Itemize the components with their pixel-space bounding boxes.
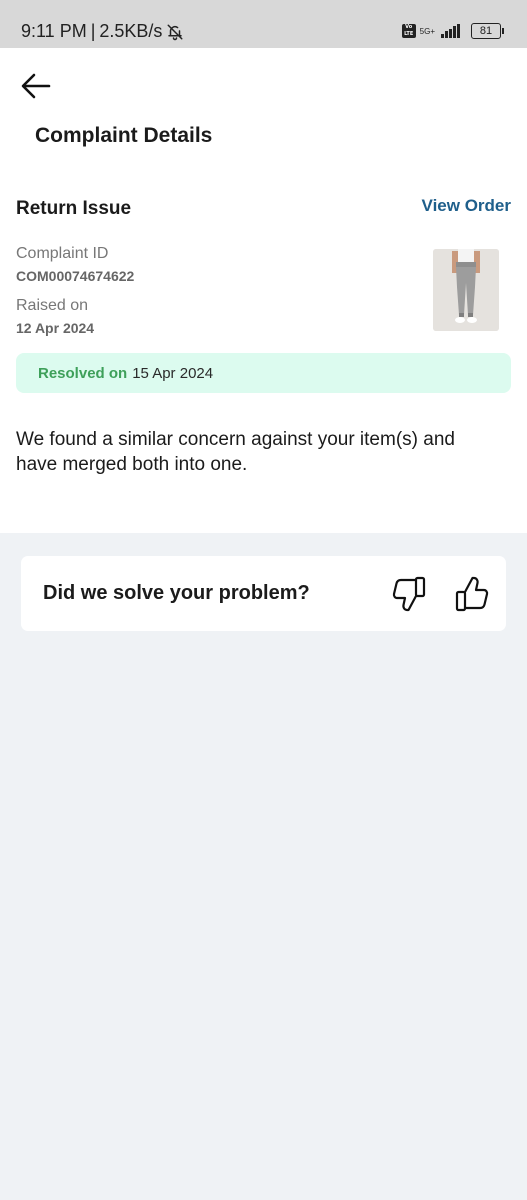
page-title: Complaint Details xyxy=(35,124,213,147)
volte-icon: Vo LTE xyxy=(401,24,416,38)
battery-level: 81 xyxy=(479,25,493,37)
bell-muted-icon xyxy=(166,23,184,41)
resolution-message: We found a similar concern against your … xyxy=(16,429,455,475)
status-bar: 9:11 PM | 2.5KB/s Vo LTE 5G+ 81 xyxy=(0,0,527,48)
network-label: 5G+ xyxy=(419,26,435,36)
product-image[interactable] xyxy=(433,249,499,331)
thumbs-down-icon xyxy=(392,576,426,612)
status-right: Vo LTE 5G+ 81 xyxy=(401,23,504,39)
feedback-question: Did we solve your problem? xyxy=(43,582,310,604)
raised-on-label: Raised on xyxy=(16,297,89,314)
view-order-link[interactable]: View Order xyxy=(422,196,511,216)
feedback-card: Did we solve your problem? xyxy=(21,556,506,631)
status-left: 9:11 PM | 2.5KB/s xyxy=(21,21,184,42)
complaint-id-value: COM00074674622 xyxy=(16,268,135,284)
issue-type: Return Issue xyxy=(16,198,132,219)
thumbs-down-button[interactable] xyxy=(389,574,429,614)
thumbs-up-icon xyxy=(455,576,489,612)
status-separator: | xyxy=(90,21,96,41)
volte-label: Vo LTE xyxy=(404,24,414,37)
raised-on-value: 12 Apr 2024 xyxy=(16,320,95,336)
battery-icon: 81 xyxy=(471,23,504,39)
sweatpants-image xyxy=(433,249,499,331)
status-speed: 2.5KB/s xyxy=(99,21,163,41)
thumbs-up-button[interactable] xyxy=(452,574,492,614)
complaint-details-panel: Complaint Details Return Issue View Orde… xyxy=(0,48,527,533)
complaint-id-label: Complaint ID xyxy=(16,245,109,262)
resolved-date: 15 Apr 2024 xyxy=(132,364,214,382)
resolved-label: Resolved on xyxy=(38,364,128,382)
signal-icon xyxy=(441,24,461,38)
back-button[interactable] xyxy=(20,70,56,102)
arrow-left-icon xyxy=(21,73,51,99)
status-time: 9:11 PM xyxy=(21,21,87,41)
resolved-status-banner: Resolved on 15 Apr 2024 xyxy=(16,353,511,393)
